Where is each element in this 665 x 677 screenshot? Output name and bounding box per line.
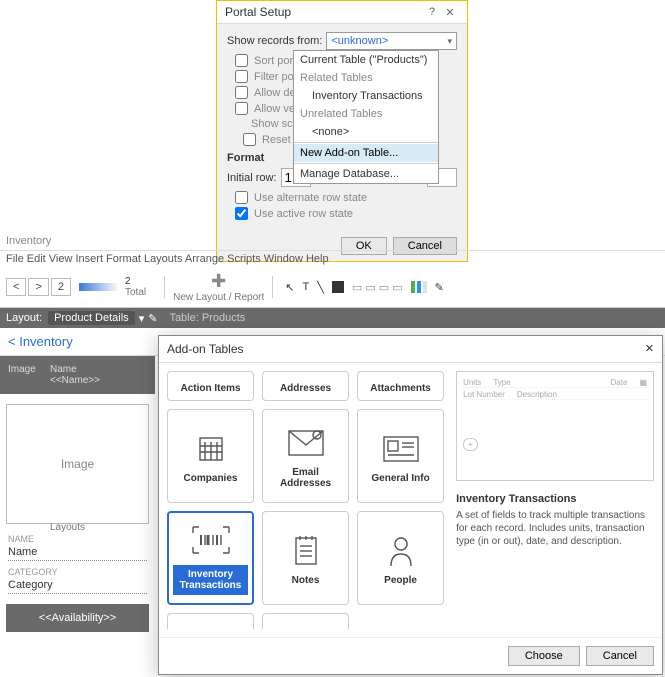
cancel-button[interactable]: Cancel (586, 646, 654, 666)
vertical-checkbox[interactable] (235, 102, 248, 115)
tile-general-info[interactable]: General Info (357, 409, 444, 503)
tile-attachments[interactable]: Attachments (357, 371, 444, 401)
portal-titlebar: Portal Setup ? ✕ (217, 1, 467, 24)
barcode-icon (191, 521, 231, 559)
card-icon (382, 429, 420, 469)
dropdown-item-new-addon[interactable]: New Add-on Table... (294, 144, 438, 162)
layout-bar: Layout: Product Details ▾ ✎ Table: Produ… (0, 308, 665, 328)
layout-selector[interactable]: Product Details (48, 311, 135, 325)
filter-checkbox[interactable] (235, 70, 248, 83)
tile-email-addresses[interactable]: Email Addresses (262, 409, 349, 503)
category-field[interactable]: Category (8, 579, 147, 594)
toolbar: < > 2 2 Total Layouts ✚ New Layout / Rep… (0, 267, 665, 308)
delete-checkbox[interactable] (235, 86, 248, 99)
line-icon[interactable]: ╲ (317, 281, 324, 294)
dropdown-item[interactable]: <none> (294, 123, 438, 141)
close-icon[interactable]: ✕ (441, 6, 459, 19)
format-painter-icon[interactable]: ✎ (435, 281, 444, 294)
active-state-checkbox[interactable] (235, 207, 248, 220)
building-icon (194, 429, 228, 469)
tile-inventory-transactions[interactable]: Inventory Transactions (167, 511, 254, 605)
portal-setup-dialog: Portal Setup ? ✕ Show records from: <unk… (216, 0, 468, 262)
slider-icon[interactable] (79, 283, 119, 291)
dropdown-item[interactable]: Manage Database... (294, 165, 438, 183)
menubar[interactable]: File Edit View Insert Format Layouts Arr… (0, 251, 665, 267)
text-icon[interactable]: T (303, 281, 310, 293)
image-placeholder[interactable]: Image (6, 404, 149, 524)
tile-notes[interactable]: Notes (262, 511, 349, 605)
color-icons[interactable] (411, 281, 427, 293)
dropdown-group: Related Tables (294, 69, 438, 87)
tile-people[interactable]: People (357, 511, 444, 605)
fill-icon[interactable] (332, 281, 344, 293)
alt-state-checkbox[interactable] (235, 191, 248, 204)
close-icon[interactable]: ✕ (645, 342, 654, 356)
page-input[interactable]: 2 (51, 278, 71, 296)
portal-title-text: Portal Setup (225, 5, 423, 19)
addon-tables-dialog: Add-on Tables ✕ Action Items Addresses Att… (158, 335, 663, 675)
chevron-down-icon: ▾ (447, 36, 452, 47)
tile-topics[interactable]: Topics (262, 613, 349, 629)
notepad-icon (292, 531, 320, 571)
nav-prev-button[interactable]: < (6, 278, 26, 296)
tile-companies[interactable]: Companies (167, 409, 254, 503)
preview-box: UnitsTypeDate▦ Lot NumberDescription + (456, 371, 654, 481)
addon-title: Add-on Tables (167, 342, 645, 356)
pointer-icon[interactable]: ↖ (285, 281, 294, 294)
tile-addresses[interactable]: Addresses (262, 371, 349, 401)
records-dropdown: Current Table ("Products") Related Table… (293, 50, 439, 184)
show-records-label: Show records from: (227, 35, 322, 47)
reset-checkbox[interactable] (243, 133, 256, 146)
choose-button[interactable]: Choose (508, 646, 580, 666)
more-tools[interactable]: ▭ ▭ ▭ ▭ (352, 281, 403, 294)
availability-button[interactable]: <<Availability>> (6, 604, 149, 632)
tile-phone-numbers[interactable]: Phone Numbers (167, 613, 254, 629)
nav-next-button[interactable]: > (28, 278, 48, 296)
tile-action-items[interactable]: Action Items (167, 371, 254, 401)
preview-desc: A set of fields to track multiple transa… (456, 509, 654, 548)
back-link[interactable]: < Inventory (8, 334, 73, 349)
name-field[interactable]: Name (8, 546, 147, 561)
dropdown-item[interactable]: Inventory Transactions (294, 87, 438, 105)
envelope-icon (287, 423, 325, 463)
help-icon[interactable]: ? (423, 6, 441, 18)
sort-checkbox[interactable] (235, 54, 248, 67)
show-records-combo[interactable]: <unknown> ▾ (326, 32, 457, 50)
dropdown-group: Unrelated Tables (294, 105, 438, 123)
dropdown-item[interactable]: Current Table ("Products") (294, 51, 438, 69)
tile-grid: Action Items Addresses Attachments Companie… (167, 371, 448, 629)
person-icon (387, 531, 415, 571)
window-title: Inventory (0, 232, 665, 251)
preview-title: Inventory Transactions (456, 493, 654, 505)
